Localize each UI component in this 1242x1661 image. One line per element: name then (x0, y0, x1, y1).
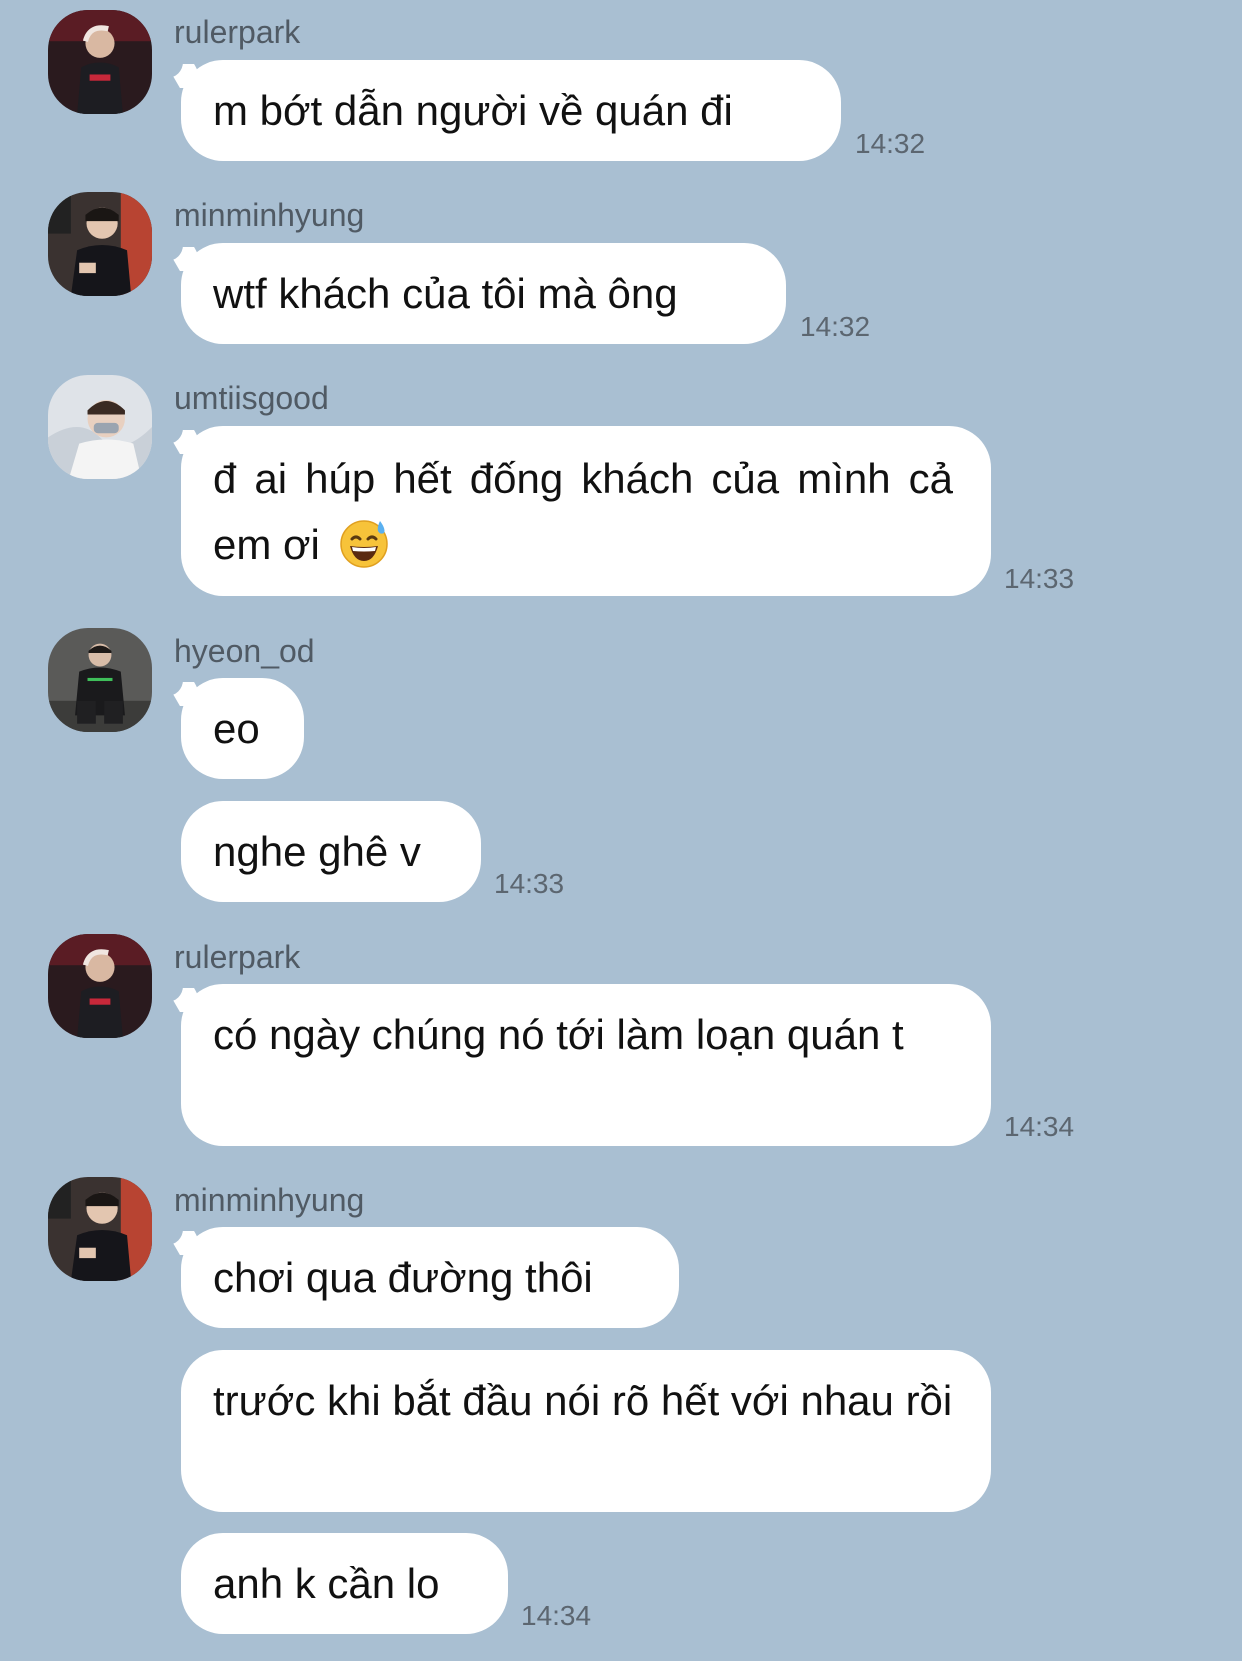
message-time: 14:34 (1004, 1111, 1075, 1142)
avatar-hyeon_od[interactable] (48, 628, 152, 732)
message-bubble[interactable]: m bớt dẫn người về quán đi (161, 56, 841, 161)
message-text: wtf khách của tôi mà ông (213, 269, 678, 317)
message-bubble[interactable]: trước khi bắt đầu nói rõ hết với nhau rồ… (181, 1350, 991, 1512)
message-text: chơi qua đường thôi (213, 1253, 593, 1301)
message-text: đ ai húp hết đống khách của mình cả em ơ… (213, 455, 953, 568)
message-bubble[interactable]: nghe ghê v (181, 801, 481, 902)
grinning-sweat-emoji-icon (339, 520, 388, 568)
avatar-minminhyung-icon (48, 192, 152, 296)
message-bubble[interactable]: anh k cần lo (181, 1533, 508, 1634)
message-time: 14:34 (521, 1600, 592, 1631)
avatar-minminhyung[interactable] (48, 1177, 152, 1281)
avatar-rulerpark-icon (48, 10, 152, 114)
message-bubble[interactable]: chơi qua đường thôi (161, 1223, 679, 1328)
sender-name: minminhyung (174, 197, 365, 233)
message-text: nghe ghê v (213, 827, 421, 875)
sender-name: minminhyung (174, 1182, 365, 1218)
sender-name: rulerpark (174, 14, 301, 50)
message-text: trước khi bắt đầu nói rõ hết với nhau rồ… (213, 1377, 953, 1424)
message-time: 14:33 (494, 868, 565, 899)
message-text: m bớt dẫn người về quán đi (213, 86, 733, 134)
sender-name: rulerpark (174, 939, 301, 975)
message-bubble[interactable]: có ngày chúng nó tới làm loạn quán t (161, 980, 991, 1146)
message-time: 14:32 (800, 311, 871, 342)
message-text: eo (213, 704, 260, 752)
avatar-minminhyung-icon (48, 1177, 152, 1281)
avatar-umtiisgood-icon (48, 375, 152, 479)
message-bubble[interactable]: wtf khách của tôi mà ông (161, 239, 786, 344)
avatar-rulerpark[interactable] (48, 934, 152, 1038)
avatar-hyeon_od-icon (48, 628, 152, 732)
avatar-minminhyung[interactable] (48, 192, 152, 296)
sender-name: hyeon_od (174, 633, 315, 669)
message-time: 14:32 (855, 128, 926, 159)
message-time: 14:33 (1004, 563, 1075, 594)
message-bubble[interactable]: eo (161, 674, 304, 779)
message-text: anh k cần lo (213, 1559, 440, 1607)
message-bubble[interactable]: đ ai húp hết đống khách của mình cả em ơ… (161, 422, 991, 596)
message-text: có ngày chúng nó tới làm loạn quán t (213, 1011, 904, 1058)
avatar-rulerpark-icon (48, 934, 152, 1038)
sender-name: umtiisgood (174, 380, 329, 416)
avatar-umtiisgood[interactable] (48, 375, 152, 479)
avatar-rulerpark[interactable] (48, 10, 152, 114)
